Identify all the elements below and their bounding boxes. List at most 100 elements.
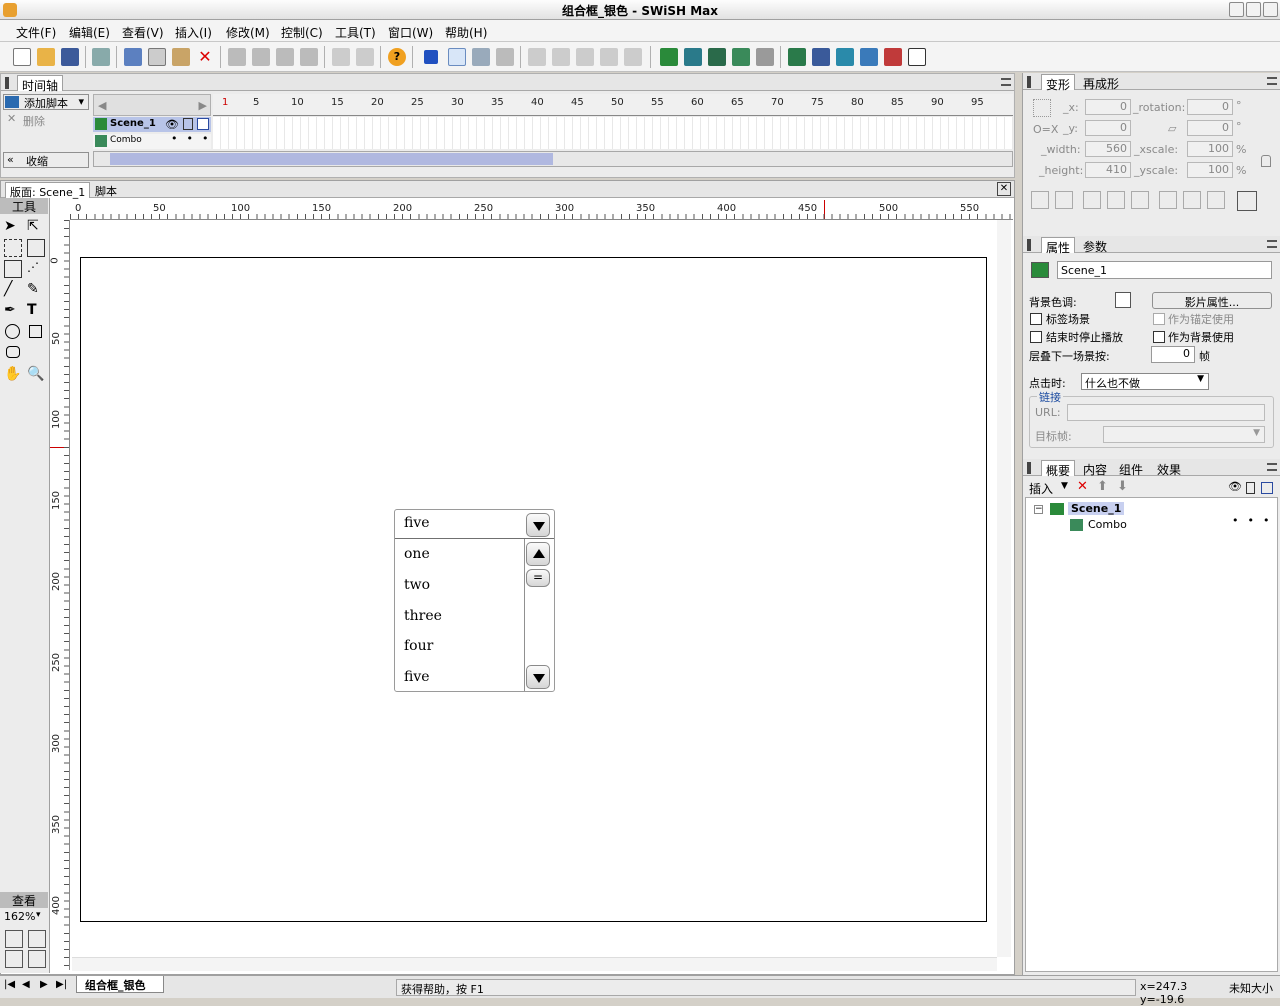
- tab-properties[interactable]: 属性: [1041, 237, 1076, 255]
- ellipse-tool-icon[interactable]: [5, 324, 20, 339]
- panel-menu-icon[interactable]: [1001, 78, 1011, 86]
- collapse-button[interactable]: «收缩: [3, 152, 89, 168]
- preview-icon[interactable]: [92, 48, 110, 66]
- rectangle-tool-icon[interactable]: [29, 325, 42, 338]
- zoom-all-icon[interactable]: [28, 950, 46, 968]
- combo-item[interactable]: three: [404, 608, 442, 624]
- panel-menu-icon[interactable]: [1267, 77, 1277, 85]
- stop-icon[interactable]: [424, 50, 438, 64]
- combo-header[interactable]: five: [395, 510, 554, 539]
- movie-properties-button[interactable]: 影片属性...: [1152, 292, 1272, 309]
- y-field[interactable]: 0: [1085, 120, 1131, 136]
- open-file-icon[interactable]: [37, 48, 55, 66]
- fill-transform-icon[interactable]: [4, 260, 22, 278]
- flip-v-icon[interactable]: [1055, 191, 1073, 209]
- autoshape-tool-icon[interactable]: [6, 346, 20, 358]
- help-icon[interactable]: ?: [388, 48, 406, 66]
- tab-layout[interactable]: 版面: Scene_1: [5, 182, 91, 199]
- effect-6-icon[interactable]: [908, 48, 926, 66]
- insert-group-icon[interactable]: [732, 48, 750, 66]
- zoom-out-icon[interactable]: [5, 950, 23, 968]
- rotate-ccw-icon[interactable]: [1107, 191, 1125, 209]
- combo-item[interactable]: one: [404, 546, 430, 562]
- paste-icon[interactable]: [172, 48, 190, 66]
- subselect-tool-icon[interactable]: ⇱: [27, 218, 45, 236]
- reshape-tool-icon[interactable]: [4, 239, 22, 257]
- lock-icon[interactable]: [1246, 482, 1255, 494]
- play-frame-icon[interactable]: [472, 48, 490, 66]
- tab-script[interactable]: 脚本: [91, 182, 121, 198]
- redo-icon[interactable]: [356, 48, 374, 66]
- first-frame-icon[interactable]: [528, 48, 546, 66]
- insert-scene-icon[interactable]: [660, 48, 678, 66]
- stop-at-end-checkbox[interactable]: [1030, 331, 1042, 343]
- tree-item-scene[interactable]: Scene_1: [1068, 502, 1125, 515]
- text-tool-icon[interactable]: T: [27, 302, 45, 320]
- effect-1-icon[interactable]: [788, 48, 806, 66]
- maximize-button[interactable]: [1246, 2, 1261, 17]
- scene-name-field[interactable]: Scene_1: [1057, 261, 1272, 279]
- frame-grid[interactable]: [213, 117, 1013, 149]
- scroll-thumb[interactable]: =: [526, 569, 550, 587]
- menu-control[interactable]: 控制(C): [281, 24, 323, 41]
- transform-tool-icon[interactable]: [27, 239, 45, 257]
- play-icon[interactable]: [448, 48, 466, 66]
- delete-icon[interactable]: ✕: [196, 48, 214, 66]
- scroll-up-button[interactable]: [526, 542, 550, 566]
- insert-sprite-icon[interactable]: [684, 48, 702, 66]
- pencil-tool-icon[interactable]: ✎: [27, 281, 45, 299]
- url-field[interactable]: [1067, 404, 1265, 421]
- zoom-tool-icon[interactable]: 🔍: [27, 366, 45, 384]
- combo-item[interactable]: five: [404, 669, 430, 685]
- stage-h-scrollbar[interactable]: [72, 957, 997, 971]
- lock-scale-icon[interactable]: [1261, 155, 1271, 167]
- hand-tool-icon[interactable]: ✋: [4, 366, 22, 384]
- step-icon[interactable]: [496, 48, 514, 66]
- flip-h-icon[interactable]: [1031, 191, 1049, 209]
- menu-tools[interactable]: 工具(T): [335, 24, 376, 41]
- tree-item-combo[interactable]: Combo: [1088, 518, 1127, 531]
- tab-effects[interactable]: 效果: [1153, 460, 1185, 477]
- move-down-icon[interactable]: [252, 48, 270, 66]
- first-doc-icon[interactable]: |◀: [4, 979, 15, 990]
- fit-icon[interactable]: [1237, 191, 1257, 211]
- tab-transform[interactable]: 变形: [1041, 74, 1076, 92]
- timeline-scrollbar[interactable]: [93, 151, 1013, 167]
- tab-content[interactable]: 内容: [1079, 460, 1111, 477]
- undo-icon[interactable]: [332, 48, 350, 66]
- height-field[interactable]: 410: [1085, 162, 1131, 178]
- minimize-button[interactable]: [1229, 2, 1244, 17]
- menu-help[interactable]: 帮助(H): [445, 24, 487, 41]
- prev-doc-icon[interactable]: ◀: [22, 979, 30, 990]
- line-tool-icon[interactable]: ╱: [4, 281, 22, 299]
- on-click-select[interactable]: 什么也不做 ▼: [1081, 373, 1209, 390]
- pen-tool-icon[interactable]: ✒: [4, 302, 22, 320]
- rotate-cw-icon[interactable]: [1083, 191, 1101, 209]
- new-file-icon[interactable]: [13, 48, 31, 66]
- last-doc-icon[interactable]: ▶|: [56, 979, 67, 990]
- tab-timeline[interactable]: 时间轴: [17, 75, 64, 93]
- delete-button[interactable]: ✕ 删除: [3, 112, 89, 129]
- next-doc-icon[interactable]: ▶: [40, 979, 48, 990]
- move-up-icon[interactable]: [228, 48, 246, 66]
- effect-5-icon[interactable]: [884, 48, 902, 66]
- scroll-down-button[interactable]: [526, 665, 550, 689]
- stop-frame-icon[interactable]: [576, 48, 594, 66]
- last-frame-icon[interactable]: [624, 48, 642, 66]
- next-frame-icon[interactable]: [600, 48, 618, 66]
- zoom-level[interactable]: 162%: [4, 910, 35, 923]
- panel-menu-icon[interactable]: [1267, 240, 1277, 248]
- combo-box[interactable]: five one two three four five =: [394, 509, 555, 692]
- insert-button[interactable]: 插入: [1029, 480, 1053, 497]
- layer-row-combo[interactable]: Combo •••: [93, 132, 211, 149]
- target-frame-select[interactable]: ▼: [1103, 426, 1265, 443]
- tab-outline[interactable]: 概要: [1041, 460, 1076, 478]
- menu-insert[interactable]: 插入(I): [175, 24, 212, 41]
- eye-icon[interactable]: 👁: [1228, 480, 1242, 493]
- background-checkbox[interactable]: [1153, 331, 1165, 343]
- cut-icon[interactable]: [124, 48, 142, 66]
- skew-field[interactable]: 0: [1187, 120, 1233, 136]
- rotation-field[interactable]: 0: [1187, 99, 1233, 115]
- close-window-button[interactable]: [1263, 2, 1278, 17]
- panel-menu-icon[interactable]: [1267, 463, 1277, 471]
